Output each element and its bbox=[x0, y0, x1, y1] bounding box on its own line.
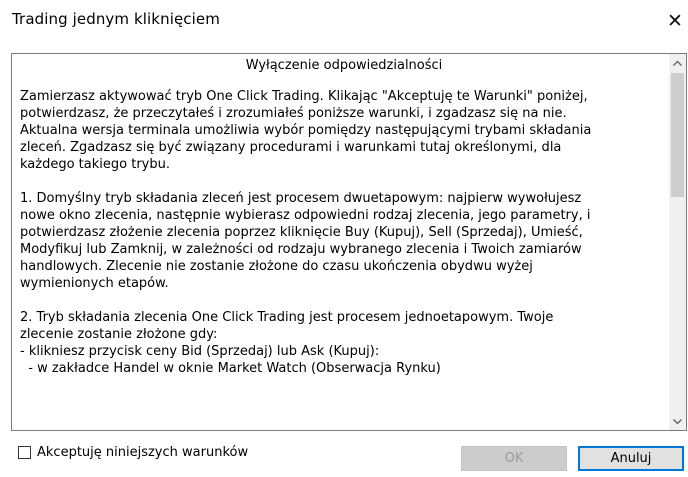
disclaimer-line: Zamierzasz aktywować tryb One Click Trad… bbox=[20, 89, 588, 104]
disclaimer-line: zlecenie zostanie złożone gdy: bbox=[20, 327, 218, 342]
window-title: Trading jednym kliknięciem bbox=[12, 10, 220, 28]
disclaimer-line: wymienionych etapów. bbox=[20, 276, 169, 291]
accept-checkbox-label[interactable]: Akceptuję niniejszych warunków bbox=[37, 445, 248, 460]
disclaimer-heading: Wyłączenie odpowiedzialności bbox=[245, 58, 443, 73]
disclaimer-line: Modyfikuj lub Zamknij, w zależności od r… bbox=[20, 242, 582, 257]
disclaimer-line: zleceń. Zgadzasz się być związany proced… bbox=[20, 140, 562, 155]
scrollbar-thumb[interactable] bbox=[671, 73, 684, 197]
cancel-button[interactable]: Anuluj bbox=[578, 446, 684, 471]
disclaimer-line: potwierdzasz złożenie zlecenia poprzez k… bbox=[20, 225, 583, 240]
ok-button[interactable]: OK bbox=[461, 446, 567, 471]
disclaimer-line: każdego takiego trybu. bbox=[20, 157, 170, 172]
disclaimer-line: - w zakładce Handel w oknie Market Watch… bbox=[20, 361, 441, 376]
close-icon[interactable]: ✕ bbox=[664, 8, 686, 34]
accept-checkbox[interactable] bbox=[18, 446, 31, 459]
accept-terms[interactable]: Akceptuję niniejszych warunków bbox=[18, 445, 248, 460]
disclaimer-line: potwierdzasz, że przeczytałeś i zrozumia… bbox=[20, 106, 567, 121]
disclaimer-line: - klikniesz przycisk ceny Bid (Sprzedaj)… bbox=[20, 344, 380, 359]
disclaimer-line: Aktualna wersja terminala umożliwia wybó… bbox=[20, 123, 592, 138]
disclaimer-line: 1. Domyślny tryb składania zleceń jest p… bbox=[20, 191, 582, 206]
disclaimer-textbox[interactable]: Wyłączenie odpowiedzialności Zamierzasz … bbox=[11, 53, 687, 431]
scroll-up-icon[interactable] bbox=[669, 54, 686, 71]
disclaimer-line: nowe okno zlecenia, następnie wybierasz … bbox=[20, 208, 591, 223]
scroll-down-icon[interactable] bbox=[669, 413, 686, 430]
disclaimer-line: 2. Tryb składania zlecenia One Click Tra… bbox=[20, 310, 554, 325]
disclaimer-line: handlowych. Zlecenie nie zostanie złożon… bbox=[20, 259, 533, 274]
vertical-scrollbar[interactable] bbox=[669, 54, 686, 430]
title-bar: Trading jednym kliknięciem ✕ bbox=[0, 0, 688, 44]
disclaimer-content: Wyłączenie odpowiedzialności Zamierzasz … bbox=[20, 57, 668, 377]
